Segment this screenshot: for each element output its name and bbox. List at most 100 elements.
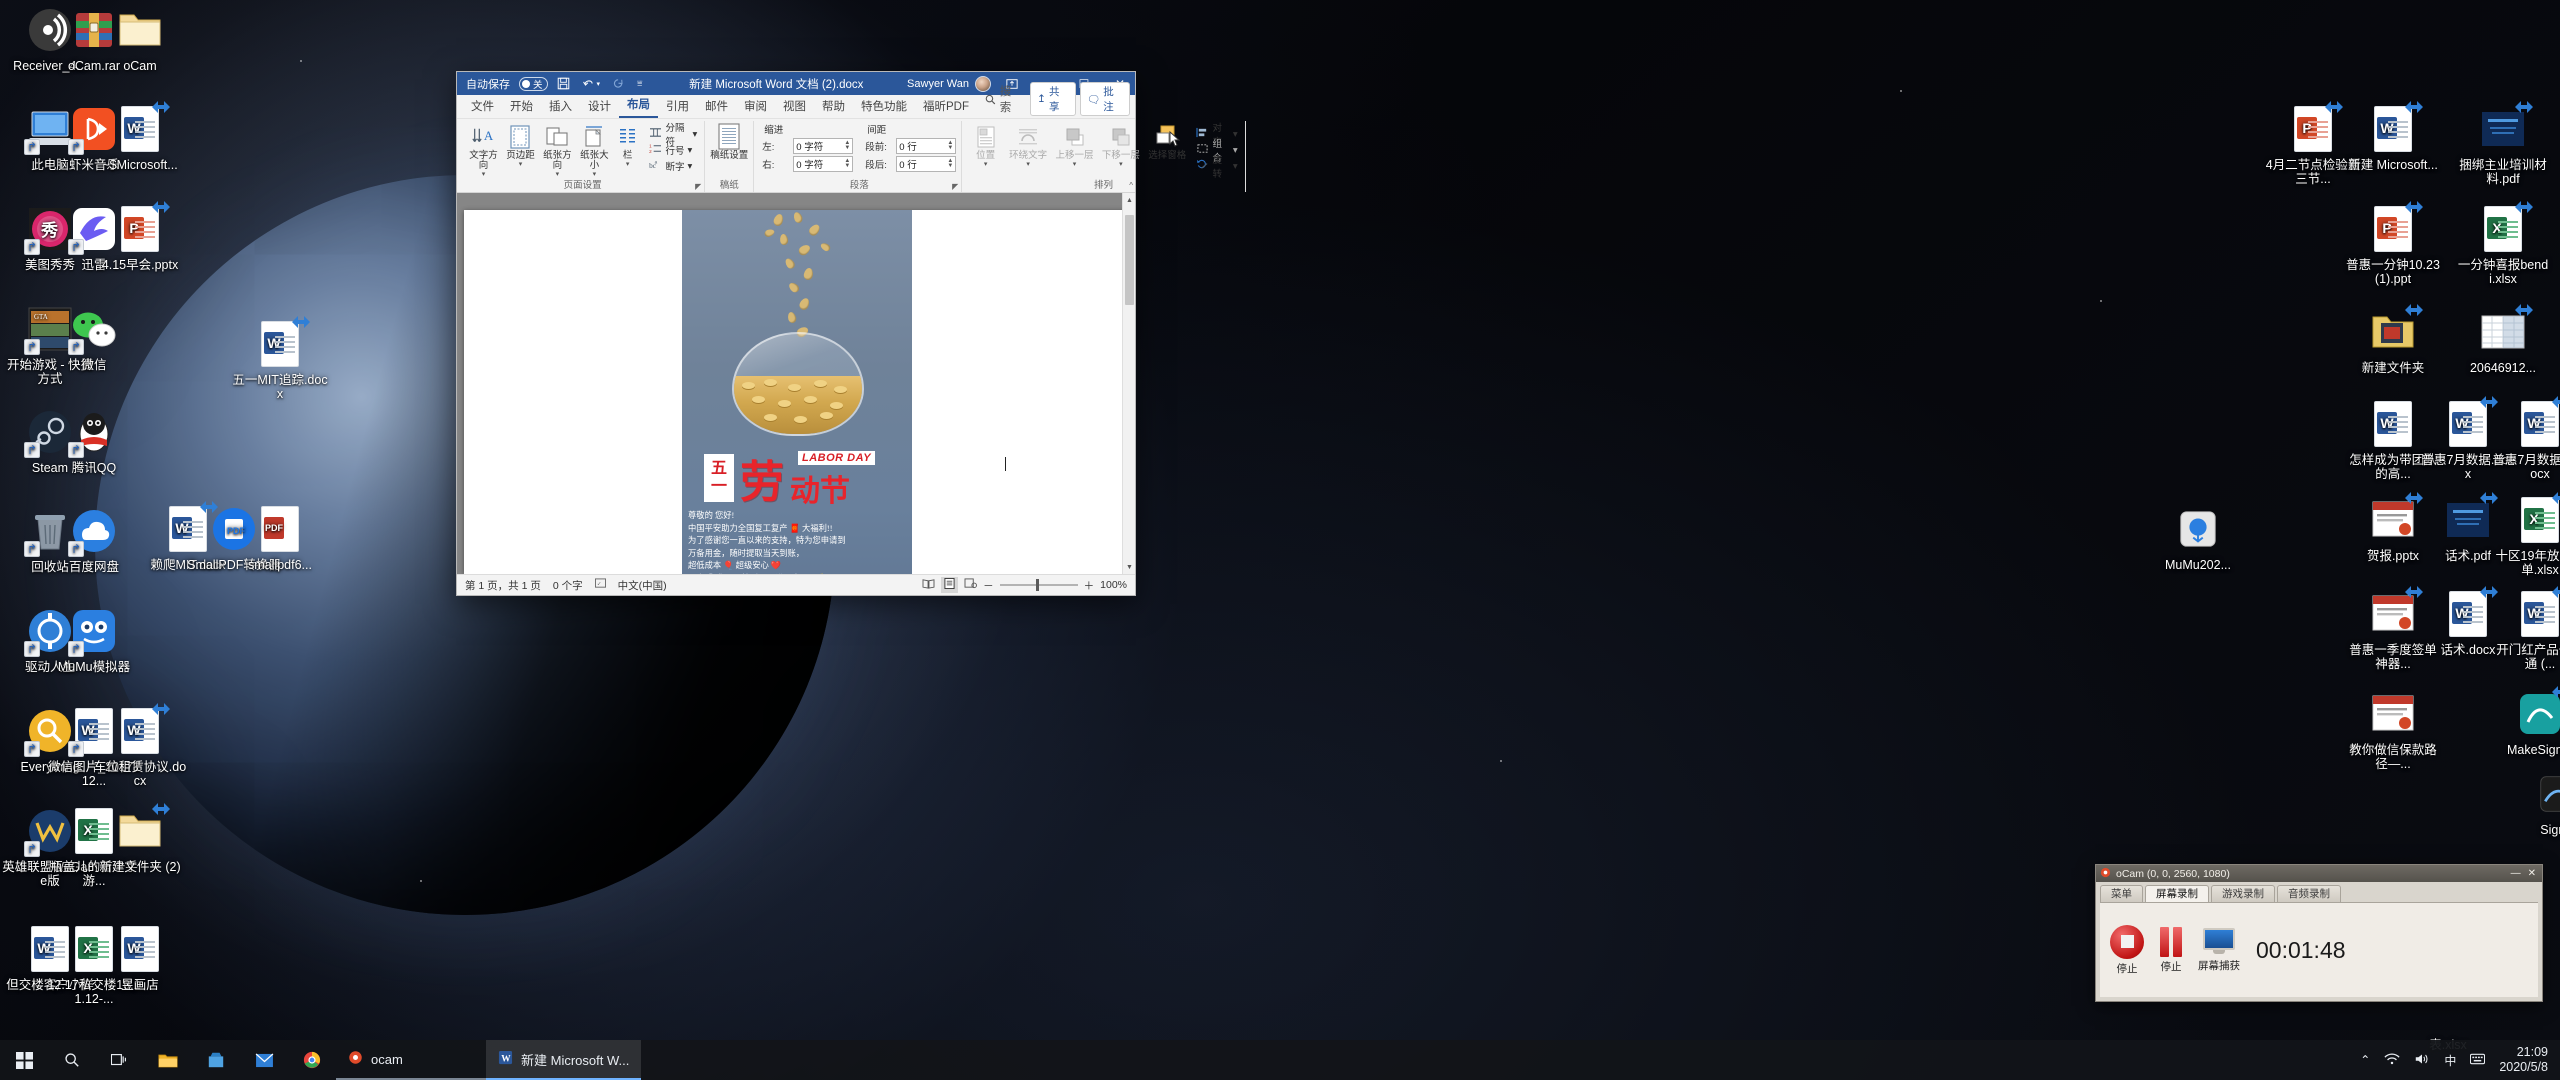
- qat-more-icon[interactable]: ⩸: [634, 74, 645, 93]
- chevron-down-icon[interactable]: ▾: [984, 162, 988, 168]
- ocam-window-controls[interactable]: — ✕: [2511, 868, 2538, 879]
- taskbar-clock[interactable]: 21:09 2020/5/8: [2499, 1045, 2548, 1075]
- ribbon-button-margins[interactable]: 页边距 ▾: [503, 123, 538, 168]
- ribbon-item-line-numbers[interactable]: 12 行号 ▾: [647, 142, 699, 158]
- chevron-down-icon[interactable]: ▾: [1233, 129, 1238, 140]
- indent-left-input[interactable]: 0 字符 ▲▼: [793, 138, 853, 154]
- ribbon-button-bring-forward[interactable]: 上移一层 ▾: [1052, 123, 1096, 168]
- ocam-tab-0[interactable]: 菜单: [2100, 885, 2143, 902]
- ribbon-tab-7[interactable]: 审阅: [736, 97, 775, 118]
- ribbon-tab-9[interactable]: 帮助: [814, 97, 853, 118]
- ime-icon[interactable]: [2470, 1052, 2485, 1069]
- chevron-down-icon[interactable]: ▾: [519, 162, 523, 168]
- ribbon-item-rotate[interactable]: 旋转 ▾: [1194, 158, 1239, 174]
- ribbon-tab-4[interactable]: 布局: [619, 95, 658, 118]
- document-vertical-scrollbar[interactable]: ▲ ▼: [1122, 193, 1135, 574]
- ribbon-tab-3[interactable]: 设计: [580, 97, 619, 118]
- desktop-icon[interactable]: X一分钟喜报bendi.xlsx: [2455, 205, 2551, 286]
- chrome-icon[interactable]: [288, 1040, 336, 1080]
- ribbon-tab-2[interactable]: 插入: [541, 97, 580, 118]
- undo-icon[interactable]: ▾: [579, 74, 604, 93]
- ime-language-indicator[interactable]: 中: [2444, 1052, 2456, 1069]
- proofing-icon[interactable]: ✓: [595, 578, 606, 592]
- read-mode-icon[interactable]: [922, 578, 935, 592]
- task-view-icon[interactable]: [96, 1040, 144, 1080]
- desktop-icon[interactable]: W新建 Microsoft...: [2345, 105, 2441, 172]
- desktop-icon[interactable]: W普惠7月数据(1).docx: [2492, 400, 2560, 481]
- ribbon-tab-0[interactable]: 文件: [463, 97, 502, 118]
- view-and-zoom-controls[interactable]: － ＋ 100%: [922, 577, 1127, 593]
- ribbon-tab-6[interactable]: 邮件: [697, 97, 736, 118]
- ribbon-item-breaks[interactable]: 分隔符 ▾: [647, 126, 699, 142]
- ocam-tab-bar[interactable]: 菜单屏幕录制游戏录制音频录制: [2096, 882, 2542, 902]
- ribbon-button-orientation[interactable]: 纸张方向 ▾: [540, 123, 575, 178]
- desktop-icon[interactable]: 教你做信保款路径—...: [2345, 690, 2441, 771]
- ocam-tab-3[interactable]: 音频录制: [2277, 885, 2341, 902]
- spinner-arrows-icon[interactable]: ▲▼: [947, 159, 953, 169]
- chevron-down-icon[interactable]: ▾: [626, 162, 630, 168]
- desktop-icon[interactable]: 捆绑主业培训材料.pdf: [2455, 105, 2551, 186]
- dialog-launcher-icon[interactable]: ◤: [952, 182, 958, 191]
- document-page[interactable]: 五 一 劳 动节 LABOR DAY 尊敬的 您好! 中国平安助力全国复工复产 …: [464, 210, 1128, 574]
- taskbar-task-word[interactable]: W 新建 Microsoft W...: [486, 1040, 641, 1080]
- spacing-before-row[interactable]: 段前: 0 行 ▲▼: [865, 138, 956, 154]
- ocam-record-stop-button[interactable]: 停止: [2110, 925, 2144, 976]
- ocam-tab-1[interactable]: 屏幕录制: [2145, 885, 2209, 902]
- save-icon[interactable]: [554, 74, 573, 93]
- zoom-in-button[interactable]: ＋: [1084, 578, 1095, 593]
- desktop-icon[interactable]: MuMu202...: [2150, 505, 2246, 572]
- ribbon-button-paper-size[interactable]: 纸张大小 ▾: [577, 123, 612, 178]
- ribbon-tab-11[interactable]: 福昕PDF: [915, 97, 977, 118]
- chevron-down-icon[interactable]: ▾: [1119, 162, 1123, 168]
- desktop-icon[interactable]: 新建文件夹: [2345, 308, 2441, 375]
- spinner-arrows-icon[interactable]: ▲▼: [947, 141, 953, 151]
- document-canvas[interactable]: 五 一 劳 动节 LABOR DAY 尊敬的 您好! 中国平安助力全国复工复产 …: [457, 193, 1135, 574]
- network-icon[interactable]: [2384, 1052, 2400, 1069]
- scroll-down-icon[interactable]: ▼: [1123, 560, 1135, 574]
- indent-right-row[interactable]: 右: 0 字符 ▲▼: [762, 156, 853, 172]
- desktop-icon[interactable]: Sign...: [2510, 770, 2560, 837]
- autosave-toggle[interactable]: 关: [519, 77, 548, 91]
- chevron-down-icon[interactable]: ▾: [688, 161, 693, 172]
- zoom-level[interactable]: 100%: [1100, 579, 1127, 591]
- desktop-icon[interactable]: MakeSign...: [2492, 690, 2560, 757]
- desktop-icon[interactable]: X十区19年放款清单.xlsx: [2492, 496, 2560, 577]
- dialog-launcher-icon[interactable]: ◤: [695, 182, 701, 191]
- zoom-slider[interactable]: [1000, 584, 1078, 586]
- ocam-minimize-button[interactable]: —: [2511, 868, 2521, 879]
- ribbon-tab-10[interactable]: 特色功能: [853, 97, 915, 118]
- search-input[interactable]: 搜索: [977, 80, 1030, 118]
- chevron-down-icon[interactable]: ▾: [1026, 162, 1030, 168]
- indent-left-row[interactable]: 左: 0 字符 ▲▼: [762, 138, 853, 154]
- ocam-title-bar[interactable]: oCam (0, 0, 2560, 1080) — ✕: [2096, 865, 2542, 882]
- spacing-after-row[interactable]: 段后: 0 行 ▲▼: [865, 156, 956, 172]
- scrollbar-thumb[interactable]: [1125, 215, 1134, 305]
- ribbon-button-manuscript-settings[interactable]: 稿纸设置: [710, 123, 748, 161]
- ocam-close-button[interactable]: ✕: [2528, 868, 2536, 879]
- ribbon-tab-8[interactable]: 视图: [775, 97, 814, 118]
- indent-right-input[interactable]: 0 字符 ▲▼: [793, 156, 853, 172]
- ribbon-button-position[interactable]: 位置 ▾: [967, 123, 1004, 168]
- chevron-down-icon[interactable]: ▾: [1233, 145, 1238, 156]
- word-count[interactable]: 0 个字: [553, 578, 583, 593]
- ribbon-button-selection-pane[interactable]: 选择窗格: [1145, 123, 1189, 161]
- comments-button[interactable]: 🗨批注: [1080, 82, 1130, 116]
- collapse-ribbon-icon[interactable]: ^: [1129, 181, 1133, 190]
- ocam-window[interactable]: oCam (0, 0, 2560, 1080) — ✕ 菜单屏幕录制游戏录制音频…: [2095, 864, 2543, 1002]
- ribbon-button-wrap-text[interactable]: 环绕文字 ▾: [1006, 123, 1050, 168]
- chevron-down-icon[interactable]: ▾: [688, 145, 693, 156]
- ocam-pause-button[interactable]: 停止: [2160, 927, 2182, 974]
- poster-image[interactable]: 五 一 劳 动节 LABOR DAY 尊敬的 您好! 中国平安助力全国复工复产 …: [682, 210, 912, 574]
- spacing-after-input[interactable]: 0 行 ▲▼: [896, 156, 956, 172]
- zoom-out-button[interactable]: －: [983, 578, 994, 593]
- desktop-icon[interactable]: W开门红产品一览通 (...: [2492, 590, 2560, 671]
- ribbon-button-send-backward[interactable]: 下移一层 ▾: [1099, 123, 1143, 168]
- language-indicator[interactable]: 中文(中国): [618, 578, 667, 593]
- ribbon-item-hyphenation[interactable]: bca 断字 ▾: [647, 158, 699, 174]
- spacing-before-input[interactable]: 0 行 ▲▼: [896, 138, 956, 154]
- spinner-arrows-icon[interactable]: ▲▼: [844, 141, 850, 151]
- ribbon-right-actions[interactable]: ↥共享🗨批注: [1030, 82, 1135, 118]
- share-button[interactable]: ↥共享: [1030, 82, 1076, 116]
- ribbon-tab-5[interactable]: 引用: [658, 97, 697, 118]
- chevron-down-icon[interactable]: ▾: [1233, 161, 1238, 172]
